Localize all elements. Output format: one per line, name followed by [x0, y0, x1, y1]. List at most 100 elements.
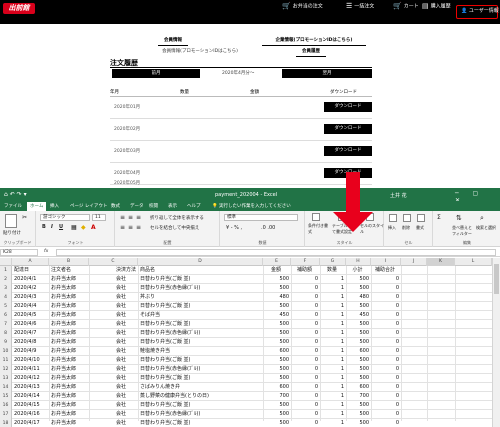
name-box[interactable]: K28 — [0, 249, 38, 256]
cell[interactable]: お弁当太郎 — [51, 311, 88, 320]
cell[interactable]: 0 — [371, 275, 399, 284]
cell[interactable]: 会社 — [116, 293, 138, 302]
cell[interactable]: 0 — [291, 293, 318, 302]
number-format-select[interactable]: 標準 — [224, 214, 298, 221]
cell[interactable]: 会社 — [116, 374, 138, 383]
delete-cells-button[interactable]: 削除 — [402, 225, 410, 231]
cell[interactable]: 1 — [320, 311, 344, 320]
cell[interactable]: 鮭塩焼き弁当 — [140, 347, 262, 356]
paste-button[interactable]: 貼り付け — [3, 230, 21, 236]
cell[interactable]: 450 — [346, 311, 369, 320]
tab-data[interactable]: データ — [130, 203, 144, 209]
tell-me-search[interactable]: 💡 実行したい作業を入力してください — [212, 203, 291, 209]
conditional-format-icon[interactable] — [312, 213, 320, 221]
nav-bulk-order[interactable]: ☰ 一括注文 — [346, 3, 374, 10]
cell[interactable]: 0 — [371, 293, 399, 302]
cell[interactable]: 0 — [371, 401, 399, 410]
column-header[interactable]: L — [455, 258, 492, 266]
fill-color-icon[interactable]: ◆ — [81, 224, 86, 231]
column-header[interactable]: H — [346, 258, 371, 266]
tab-page-layout[interactable]: ページ レイアウト — [70, 203, 107, 209]
cell[interactable]: 480 — [346, 293, 369, 302]
row-number[interactable]: 9 — [0, 338, 12, 347]
cell[interactable]: 2020/4/11 — [14, 365, 48, 374]
cell[interactable]: 補助額 — [291, 266, 318, 275]
cell[interactable]: 0 — [291, 356, 318, 365]
sort-filter-button[interactable]: 並べ替えとフィルター — [452, 225, 474, 237]
cell[interactable]: 2020/4/4 — [14, 302, 48, 311]
column-header[interactable]: D — [138, 258, 263, 266]
cell[interactable]: 会社 — [116, 392, 138, 401]
row-number[interactable]: 3 — [0, 284, 12, 293]
tab-view[interactable]: 表示 — [168, 203, 177, 209]
cell[interactable]: 1 — [320, 284, 344, 293]
cell[interactable]: 日替わり弁当(ご飯 並) — [140, 356, 262, 365]
cell[interactable]: 600 — [263, 383, 289, 392]
cell[interactable]: お弁当太郎 — [51, 284, 88, 293]
conditional-format-button[interactable]: 条件付き書式 — [308, 223, 330, 235]
row-number[interactable]: 7 — [0, 320, 12, 329]
cell[interactable]: 0 — [291, 347, 318, 356]
cell[interactable]: 1 — [320, 275, 344, 284]
user-info-button[interactable]: 👤 ユーザー情報 — [456, 5, 499, 19]
site-logo[interactable]: 出前館 — [3, 3, 35, 14]
align-top-icon[interactable]: ≡ — [120, 214, 125, 221]
cell[interactable]: 500 — [346, 302, 369, 311]
cell[interactable]: 500 — [263, 401, 289, 410]
cell[interactable]: 1 — [320, 401, 344, 410]
cell[interactable]: 0 — [371, 347, 399, 356]
search-icon[interactable]: ⌕ — [480, 214, 484, 223]
column-header[interactable]: A — [12, 258, 49, 266]
cell[interactable]: 1 — [320, 419, 344, 427]
cell[interactable]: 0 — [291, 374, 318, 383]
cell[interactable]: 1 — [320, 320, 344, 329]
cell[interactable]: 500 — [346, 401, 369, 410]
cell[interactable]: お弁当太郎 — [51, 419, 88, 427]
cell[interactable]: 600 — [346, 383, 369, 392]
cell[interactable]: 0 — [291, 392, 318, 401]
cell[interactable]: 2020/4/2 — [14, 284, 48, 293]
cell[interactable]: 0 — [371, 410, 399, 419]
row-number[interactable]: 8 — [0, 329, 12, 338]
tab-review[interactable]: 校閲 — [149, 203, 158, 209]
quick-access-toolbar[interactable]: ⌂ ↶ ↷ ▾ — [4, 191, 27, 198]
cell[interactable]: 1 — [320, 347, 344, 356]
cell[interactable]: 500 — [346, 356, 369, 365]
sort-icon[interactable]: ⇅ — [456, 214, 462, 222]
row-number[interactable]: 13 — [0, 374, 12, 383]
cell[interactable]: 2020/4/5 — [14, 311, 48, 320]
tab-insert[interactable]: 挿入 — [50, 203, 59, 209]
cell[interactable]: お弁当太郎 — [51, 338, 88, 347]
row-number[interactable]: 16 — [0, 401, 12, 410]
cell[interactable]: 1 — [320, 410, 344, 419]
cell[interactable]: 500 — [346, 365, 369, 374]
row-number[interactable]: 10 — [0, 347, 12, 356]
cell[interactable]: 日替わり弁当(赤色縁(ﾌﾞﾙ)) — [140, 410, 262, 419]
cell[interactable]: 1 — [320, 338, 344, 347]
cell[interactable]: 2020/4/3 — [14, 293, 48, 302]
cell[interactable]: 会社 — [116, 311, 138, 320]
cell[interactable]: お弁当太郎 — [51, 302, 88, 311]
cell[interactable]: 0 — [371, 419, 399, 427]
tab-file[interactable]: ファイル — [4, 203, 22, 209]
insert-cells-button[interactable]: 挿入 — [388, 225, 396, 231]
align-center-icon[interactable]: ≡ — [128, 224, 133, 231]
cell[interactable]: 補助合計 — [371, 266, 399, 275]
download-button[interactable]: ダウンロード — [324, 102, 372, 112]
formula-input[interactable] — [56, 249, 496, 256]
paste-icon[interactable] — [5, 214, 17, 228]
column-header-selected[interactable]: K — [427, 258, 455, 266]
cell[interactable]: 2020/4/16 — [14, 410, 48, 419]
prev-month-button[interactable]: 前月 — [112, 69, 200, 78]
cell[interactable]: 会社 — [116, 275, 138, 284]
cell[interactable]: 0 — [371, 338, 399, 347]
cell[interactable]: 会社 — [116, 356, 138, 365]
cell[interactable]: 500 — [263, 284, 289, 293]
scroll-thumb[interactable] — [494, 264, 499, 294]
cell[interactable]: 会社 — [116, 401, 138, 410]
cell[interactable]: 1 — [320, 356, 344, 365]
cell[interactable]: 会社 — [116, 329, 138, 338]
cell[interactable]: 480 — [263, 293, 289, 302]
cell[interactable]: 会社 — [116, 284, 138, 293]
cell[interactable]: 2020/4/1 — [14, 275, 48, 284]
